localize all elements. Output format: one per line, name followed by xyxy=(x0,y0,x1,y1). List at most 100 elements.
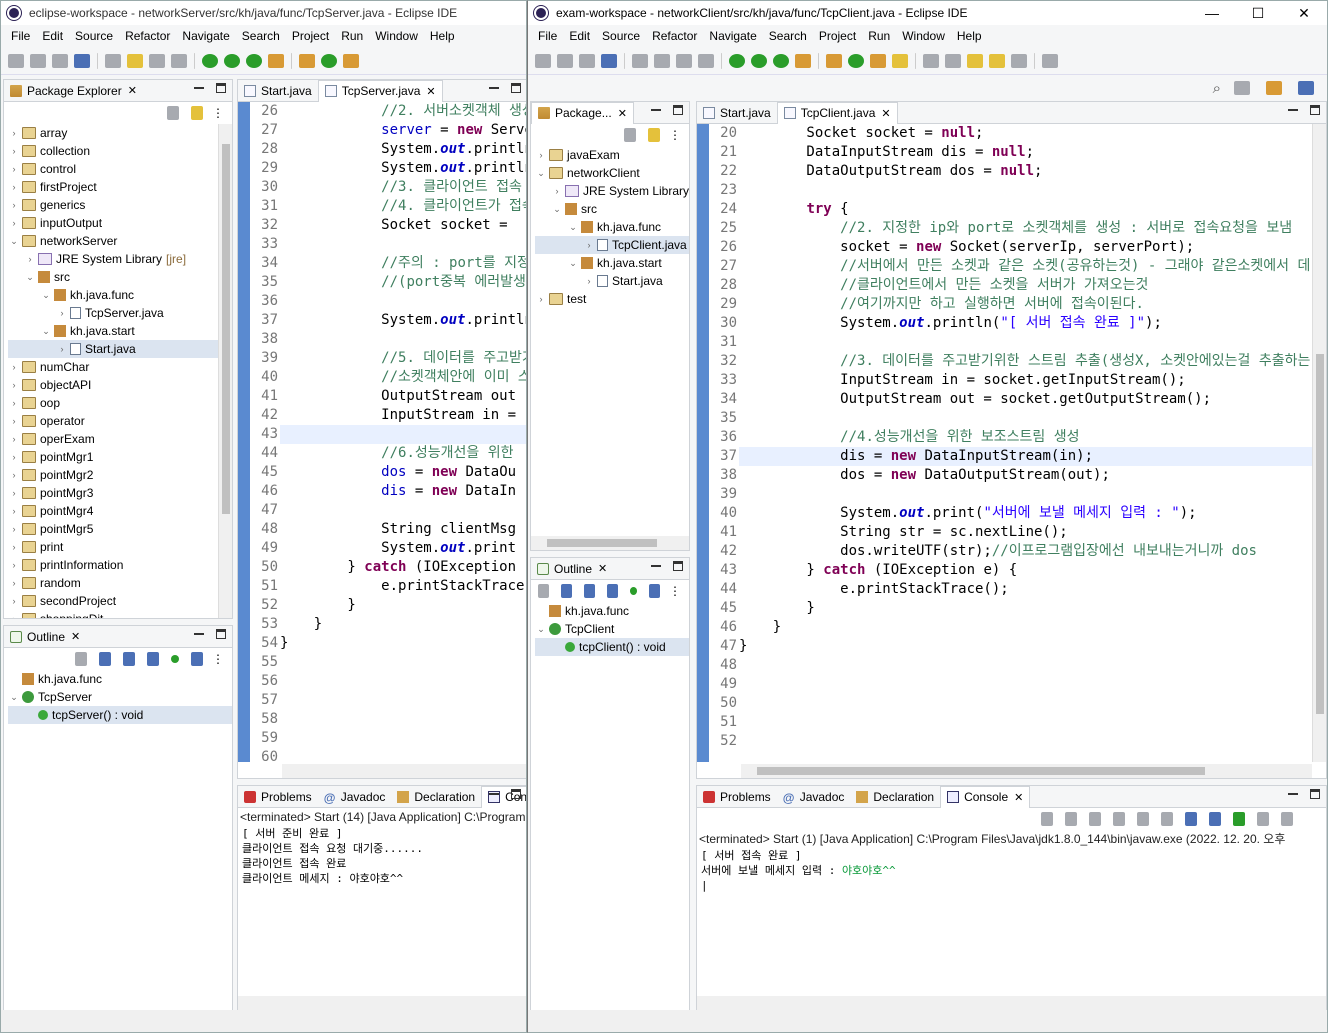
expand-toggle-icon[interactable]: › xyxy=(8,196,20,214)
code-line[interactable] xyxy=(739,694,1312,713)
close-icon[interactable]: ✕ xyxy=(598,562,607,575)
package-explorer-tab[interactable]: Package Explorer ✕ xyxy=(4,80,143,102)
expand-toggle-icon[interactable]: › xyxy=(583,272,595,290)
sort-icon[interactable] xyxy=(560,584,572,598)
code-line[interactable] xyxy=(739,675,1312,694)
expand-toggle-icon[interactable]: › xyxy=(8,160,20,178)
expand-toggle-icon[interactable]: › xyxy=(8,556,20,574)
code-line[interactable]: //6.성능개선을 위한 xyxy=(280,444,526,463)
expand-toggle-icon[interactable]: › xyxy=(8,358,20,376)
tree-item[interactable]: › array xyxy=(8,124,232,142)
expand-toggle-icon[interactable]: › xyxy=(8,214,20,232)
terminal-icon[interactable] xyxy=(601,53,617,68)
open-console-icon[interactable] xyxy=(1281,812,1293,826)
view-menu-icon[interactable]: ⋮ xyxy=(669,584,681,598)
coverage-icon[interactable] xyxy=(246,53,262,68)
tree-item[interactable]: › pointMgr4 xyxy=(8,502,232,520)
new-java-class-icon[interactable] xyxy=(848,53,864,68)
code-editor[interactable]: 20 21 22 23 24 25 26 27 28 29 30 31 32 33 34 35 36 37 38 39… xyxy=(697,124,1312,762)
code-line[interactable]: dis = new DataIn xyxy=(280,482,526,501)
show-whitespace-icon[interactable] xyxy=(171,53,187,68)
tree-item[interactable]: ⌄ networkServer xyxy=(8,232,232,250)
debug-icon[interactable] xyxy=(729,53,745,68)
tree-item[interactable]: › TcpClient.java xyxy=(535,236,689,254)
hide-local-types-icon[interactable] xyxy=(191,652,203,666)
code-line[interactable]: InputStream in = xyxy=(280,406,526,425)
code-line[interactable] xyxy=(280,330,526,349)
menu-edit[interactable]: Edit xyxy=(36,29,69,43)
outline-item[interactable]: tcpServer() : void xyxy=(8,706,232,724)
maximize-icon[interactable] xyxy=(1310,105,1320,115)
editor-tab[interactable]: Start.java xyxy=(238,80,318,102)
menu-file[interactable]: File xyxy=(532,29,563,43)
code-line[interactable] xyxy=(280,691,526,710)
code-line[interactable]: e.printStackTrace(); xyxy=(739,580,1312,599)
expand-toggle-icon[interactable]: › xyxy=(8,592,20,610)
menu-refactor[interactable]: Refactor xyxy=(119,29,176,43)
tab-declaration[interactable]: Declaration xyxy=(391,786,481,808)
previous-annotation-icon[interactable] xyxy=(945,53,961,68)
tree-hscrollbar[interactable] xyxy=(531,536,689,550)
tree-item[interactable]: › Start.java xyxy=(8,340,232,358)
code-line[interactable]: //(port중복 에러발생 xyxy=(280,273,526,292)
tab-declaration[interactable]: Declaration xyxy=(850,786,940,808)
display-selected-console-icon[interactable] xyxy=(1257,812,1269,826)
code-line[interactable]: DataOutputStream dos = null; xyxy=(739,162,1312,181)
external-tools-icon[interactable] xyxy=(795,53,811,68)
code-line[interactable]: //3. 데이터를 주고받기위한 스트림 추출(생성X, 소켓안에있는걸 추출하… xyxy=(739,352,1312,371)
expand-toggle-icon[interactable]: ⌄ xyxy=(40,322,52,340)
new-icon[interactable] xyxy=(535,53,551,68)
tree-item[interactable]: › numChar xyxy=(8,358,232,376)
minimize-icon[interactable] xyxy=(651,561,661,567)
expand-toggle-icon[interactable]: › xyxy=(56,304,68,322)
tree-item[interactable]: › oop xyxy=(8,394,232,412)
console-input-line[interactable]: 서버에 보낼 메세지 입력 : 야호야호^^ xyxy=(697,863,1326,878)
expand-toggle-icon[interactable]: › xyxy=(535,290,547,308)
tab-console[interactable]: Console ✕ xyxy=(940,786,1031,808)
console-output[interactable]: [ 서버 준비 완료 ] 클라이언트 접속 요청 대기중...... 클라이언트 접… xyxy=(238,826,526,886)
link-with-editor-icon[interactable] xyxy=(648,128,660,142)
show-console-stdout-icon[interactable] xyxy=(1185,812,1197,826)
tree-item[interactable]: › collection xyxy=(8,142,232,160)
menu-search[interactable]: Search xyxy=(763,29,813,43)
tab-javadoc[interactable]: @ Javadoc xyxy=(777,786,851,808)
run-icon[interactable] xyxy=(224,53,240,68)
open-type-icon[interactable] xyxy=(870,53,886,68)
debug-perspective-icon[interactable] xyxy=(1298,81,1314,95)
coverage-icon[interactable] xyxy=(773,53,789,68)
tree-item[interactable]: › JRE System Library xyxy=(535,182,689,200)
remove-launch-icon[interactable] xyxy=(1065,812,1077,826)
code-line[interactable] xyxy=(280,729,526,748)
collapse-all-icon[interactable] xyxy=(167,106,179,120)
hide-fields-icon[interactable] xyxy=(583,584,595,598)
java-perspective-icon[interactable] xyxy=(1266,81,1282,95)
expand-toggle-icon[interactable]: ⌄ xyxy=(8,232,20,250)
code-line[interactable]: //소켓객체안에 이미 스트림 xyxy=(280,368,526,387)
code-line[interactable]: server = new ServerSocket(port); xyxy=(280,121,526,140)
code-line[interactable]: } catch (IOException e) { xyxy=(739,561,1312,580)
code-line[interactable] xyxy=(280,653,526,672)
expand-toggle-icon[interactable]: › xyxy=(535,146,547,164)
tree-item[interactable]: ⌄ kh.java.func xyxy=(535,218,689,236)
menu-window[interactable]: Window xyxy=(369,29,424,43)
show-console-stderr-icon[interactable] xyxy=(1209,812,1221,826)
clear-console-icon[interactable] xyxy=(1113,812,1125,826)
expand-toggle-icon[interactable]: ⌄ xyxy=(535,164,547,182)
code-line[interactable] xyxy=(739,181,1312,200)
code-line[interactable]: System.out.println(); xyxy=(280,159,526,178)
code-line[interactable]: //주의 : port를 지정 xyxy=(280,254,526,273)
save-icon[interactable] xyxy=(557,53,573,68)
package-explorer-tab[interactable]: Package... ✕ xyxy=(531,102,634,124)
tree-item[interactable]: ⌄ networkClient xyxy=(535,164,689,182)
code-line[interactable] xyxy=(280,425,526,444)
editor-tab[interactable]: Start.java xyxy=(697,102,777,124)
minimize-icon[interactable] xyxy=(1288,105,1298,111)
expand-toggle-icon[interactable]: › xyxy=(8,178,20,196)
expand-toggle-icon[interactable]: › xyxy=(8,520,20,538)
search-icon[interactable]: ⌕ xyxy=(1213,80,1221,97)
expand-toggle-icon[interactable]: › xyxy=(8,142,20,160)
hide-static-icon[interactable] xyxy=(606,584,618,598)
tab-problems[interactable]: Problems xyxy=(697,786,777,808)
new-icon[interactable] xyxy=(8,53,24,68)
view-menu-icon[interactable]: ⋮ xyxy=(212,652,224,666)
